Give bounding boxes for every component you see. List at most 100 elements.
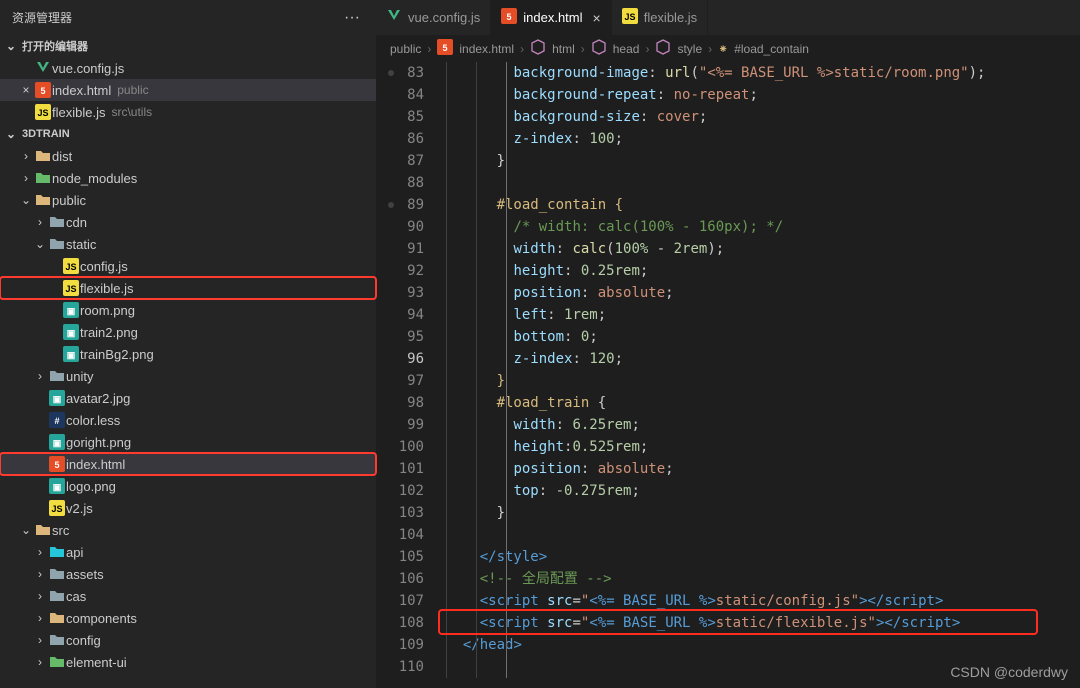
html-icon: 5 [501, 8, 517, 27]
tab-label: vue.config.js [408, 10, 480, 25]
open-editors-label: 打开的编辑器 [22, 38, 88, 54]
tree-label: goright.png [66, 435, 131, 450]
tree-item-cas[interactable]: ›cas [0, 585, 376, 607]
svg-text:JS: JS [624, 12, 635, 22]
vue-icon [386, 8, 402, 27]
svg-text:5: 5 [507, 12, 512, 22]
breadcrumb-item[interactable]: index.html [459, 42, 514, 56]
folder-p-icon [48, 544, 66, 560]
more-icon[interactable]: ··· [340, 9, 364, 27]
editor-tab-vue.config.js[interactable]: vue.config.js [376, 0, 491, 35]
less-icon: # [48, 412, 66, 428]
html-icon: 5 [34, 82, 52, 98]
tree-label: v2.js [66, 501, 93, 516]
open-editor-item[interactable]: JSflexible.jssrc\utils [0, 101, 376, 123]
tree-item-element-ui[interactable]: ›element-ui [0, 651, 376, 673]
editor-main: vue.config.js5index.html×JSflexible.js p… [376, 0, 1080, 688]
tree-item-config.js[interactable]: JSconfig.js [0, 255, 376, 277]
open-editors-section[interactable]: ⌄ 打开的编辑器 [0, 35, 376, 57]
folder-o-icon [34, 192, 52, 208]
project-name: 3DTRAIN [22, 128, 70, 140]
chevron-icon: › [32, 369, 48, 383]
tree-item-index.html[interactable]: 5 index.html [0, 453, 376, 475]
tree-item-goright.png[interactable]: ▣goright.png [0, 431, 376, 453]
folder-icon [48, 588, 66, 604]
breadcrumb-item[interactable]: html [552, 42, 575, 56]
breadcrumb-item[interactable]: style [677, 42, 702, 56]
tab-label: flexible.js [644, 10, 697, 25]
code-area[interactable]: background-image: url("<%= BASE_URL %>st… [446, 62, 1080, 688]
cube-icon [591, 39, 607, 58]
folder-icon [48, 368, 66, 384]
code-editor[interactable]: 8384858687888990919293949596979899100101… [376, 62, 1080, 688]
svg-text:5: 5 [54, 460, 59, 470]
tree-label: index.html [66, 457, 125, 472]
img-icon: ▣ [62, 346, 80, 362]
svg-text:5: 5 [40, 86, 45, 96]
tree-item-unity[interactable]: ›unity [0, 365, 376, 387]
tree-label: logo.png [66, 479, 116, 494]
svg-text:JS: JS [37, 108, 48, 118]
tree-label: color.less [66, 413, 120, 428]
folder-g-icon [34, 170, 52, 186]
breadcrumb-item[interactable]: #load_contain [734, 42, 809, 56]
chevron-icon: › [32, 655, 48, 669]
svg-text:▣: ▣ [67, 306, 76, 316]
tree-item-static[interactable]: ⌄static [0, 233, 376, 255]
vue-icon [34, 60, 52, 76]
tree-label: cas [66, 589, 86, 604]
open-editor-item[interactable]: ×5index.htmlpublic [0, 79, 376, 101]
folder-g-icon [48, 654, 66, 670]
tree-item-avatar2.jpg[interactable]: ▣avatar2.jpg [0, 387, 376, 409]
tree-label: room.png [80, 303, 135, 318]
svg-text:JS: JS [65, 262, 76, 272]
svg-text:▣: ▣ [53, 482, 62, 492]
chevron-down-icon: ⌄ [6, 127, 16, 141]
tree-label: assets [66, 567, 104, 582]
tree-item-color.less[interactable]: # color.less [0, 409, 376, 431]
tree-item-config[interactable]: ›config [0, 629, 376, 651]
tree-item-room.png[interactable]: ▣ room.png [0, 299, 376, 321]
cube-icon [655, 39, 671, 58]
close-icon[interactable]: × [18, 83, 34, 97]
tree-item-api[interactable]: ›api [0, 541, 376, 563]
tree-item-logo.png[interactable]: ▣ logo.png [0, 475, 376, 497]
file-label: vue.config.js [52, 61, 124, 76]
breadcrumb-item[interactable]: head [613, 42, 640, 56]
js-icon: JS [48, 500, 66, 516]
chevron-down-icon: ⌄ [6, 39, 16, 53]
tree-item-cdn[interactable]: ›cdn [0, 211, 376, 233]
tree-item-src[interactable]: ⌄src [0, 519, 376, 541]
chevron-icon: › [32, 545, 48, 559]
img-icon: ▣ [48, 434, 66, 450]
svg-text:▣: ▣ [53, 394, 62, 404]
breadcrumbs[interactable]: public›5index.html›html›head›style›⁕#loa… [376, 35, 1080, 62]
tree-item-node_modules[interactable]: ›node_modules [0, 167, 376, 189]
tree-item-train2.png[interactable]: ▣train2.png [0, 321, 376, 343]
img-icon: ▣ [62, 324, 80, 340]
editor-tabs: vue.config.js 5index.html× JS flexible.js [376, 0, 1080, 35]
file-label: index.html [52, 83, 111, 98]
tree-label: static [66, 237, 96, 252]
line-gutter: 8384858687888990919293949596979899100101… [376, 62, 446, 688]
breadcrumb-item[interactable]: public [390, 42, 421, 56]
tree-label: node_modules [52, 171, 137, 186]
close-icon[interactable]: × [593, 10, 601, 26]
editor-tab-index.html[interactable]: 5index.html× [491, 0, 611, 35]
tree-item-dist[interactable]: ›dist [0, 145, 376, 167]
tree-label: train2.png [80, 325, 138, 340]
folder-icon [48, 566, 66, 582]
svg-text:#: # [54, 416, 59, 426]
open-editor-item[interactable]: vue.config.js [0, 57, 376, 79]
tree-item-assets[interactable]: ›assets [0, 563, 376, 585]
folder-icon [48, 632, 66, 648]
svg-text:▣: ▣ [67, 350, 76, 360]
tree-item-flexible.js[interactable]: JSflexible.js [0, 277, 376, 299]
tree-item-trainBg2.png[interactable]: ▣trainBg2.png [0, 343, 376, 365]
tree-item-public[interactable]: ⌄public [0, 189, 376, 211]
editor-tab-flexible.js[interactable]: JS flexible.js [612, 0, 708, 35]
svg-text:JS: JS [51, 504, 62, 514]
tree-item-components[interactable]: ›components [0, 607, 376, 629]
tree-item-v2.js[interactable]: JS v2.js [0, 497, 376, 519]
project-section[interactable]: ⌄ 3DTRAIN [0, 123, 376, 145]
